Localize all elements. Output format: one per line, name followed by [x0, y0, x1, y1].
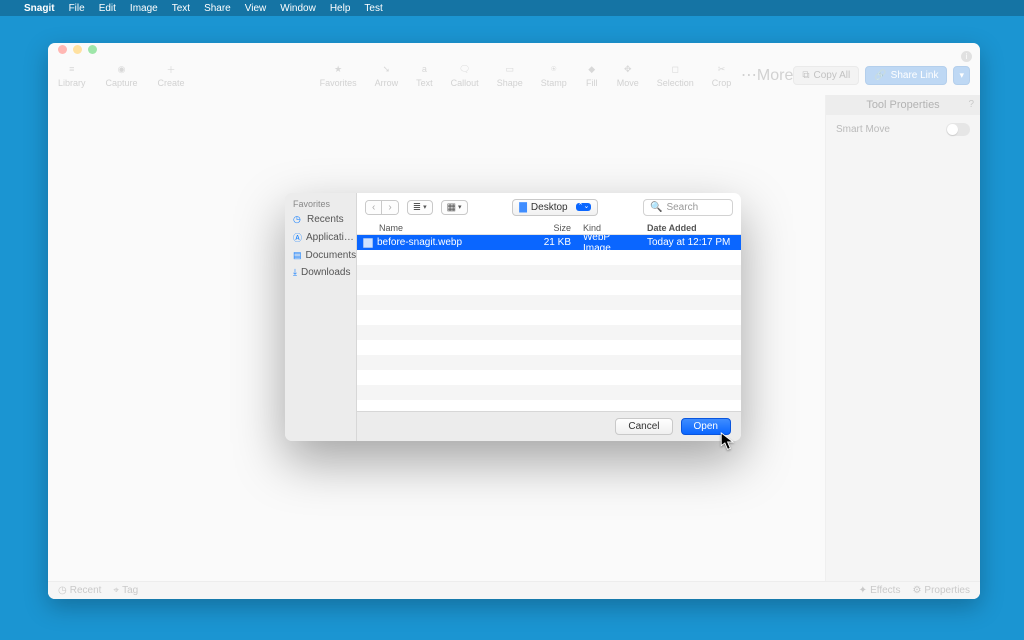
view-grouping-button[interactable]: ▦ ▾: [441, 200, 468, 215]
info-icon[interactable]: i: [961, 51, 972, 62]
smart-move-toggle[interactable]: [946, 123, 970, 136]
app-icon: Ⓐ: [293, 231, 302, 244]
search-input[interactable]: 🔍 Search: [643, 199, 733, 216]
macos-menubar: Snagit File Edit Image Text Share View W…: [0, 0, 1024, 16]
file-open-dialog: Favorites ◷Recents ⒶApplicati… ▤Document…: [285, 193, 741, 441]
chevron-down-icon: ▾: [458, 203, 462, 211]
share-link-dropdown[interactable]: ▾: [953, 66, 970, 85]
toolbar-create[interactable]: ＋Create: [158, 62, 185, 88]
doc-icon: ▤: [293, 250, 302, 261]
copy-all-button[interactable]: ⧉Copy All: [793, 66, 859, 85]
window-titlebar: [48, 43, 980, 55]
sidebar-section-favorites: Favorites: [285, 197, 356, 211]
dialog-main: ‹› ≣ ▾ ▦ ▾ ▇ Desktop ⌃⌄ 🔍 Search Name S: [357, 193, 741, 441]
search-icon: 🔍: [650, 202, 662, 213]
footer-tag[interactable]: ⌖Tag: [113, 585, 138, 596]
col-name[interactable]: Name: [357, 223, 527, 233]
smart-move-label: Smart Move: [836, 124, 890, 135]
sidebar-item-applications[interactable]: ⒶApplicati…: [285, 228, 356, 247]
menu-share[interactable]: Share: [204, 3, 231, 14]
nav-back-forward[interactable]: ‹›: [365, 200, 399, 215]
toolbar-more[interactable]: ⋯More: [741, 65, 793, 85]
clock-icon: ◷: [293, 214, 303, 225]
tool-move[interactable]: ✥Move: [617, 62, 639, 88]
location-select[interactable]: ▇ Desktop ⌃⌄: [512, 199, 598, 216]
smart-move-row: Smart Move: [826, 115, 980, 144]
toolbar-library[interactable]: ≡Library: [58, 62, 86, 88]
tool-arrow[interactable]: ➘Arrow: [375, 62, 399, 88]
help-icon[interactable]: ?: [968, 99, 974, 110]
toolbar-capture[interactable]: ◉Capture: [106, 62, 138, 88]
file-icon: [363, 238, 373, 248]
col-kind[interactable]: Kind: [577, 223, 641, 233]
footer-effects[interactable]: ✦Effects: [859, 585, 901, 596]
app-toolbar: ≡Library ◉Capture ＋Create ★Favorites ➘Ar…: [48, 55, 980, 95]
sidebar-item-downloads[interactable]: ⤓Downloads: [285, 264, 356, 281]
folder-icon: ▇: [519, 202, 527, 213]
copy-icon: ⧉: [802, 70, 809, 81]
menu-edit[interactable]: Edit: [99, 3, 116, 14]
dialog-footer: Cancel Open: [357, 411, 741, 441]
file-row[interactable]: before-snagit.webp 21 KB WebP Image Toda…: [357, 235, 741, 250]
tool-shape[interactable]: ▭Shape: [497, 62, 523, 88]
zoom-icon[interactable]: [88, 45, 97, 54]
updown-icon: ⌃⌄: [576, 203, 592, 211]
tool-crop[interactable]: ✂Crop: [712, 62, 732, 88]
menubar-appname[interactable]: Snagit: [24, 3, 55, 14]
cancel-button[interactable]: Cancel: [615, 418, 672, 435]
footer-recent[interactable]: ◷Recent: [58, 585, 101, 596]
menu-text[interactable]: Text: [172, 3, 190, 14]
file-list[interactable]: before-snagit.webp 21 KB WebP Image Toda…: [357, 235, 741, 411]
tag-icon: ⌖: [113, 585, 119, 596]
panel-title: Tool Properties?: [826, 95, 980, 115]
search-placeholder: Search: [666, 202, 698, 213]
gear-icon: ⚙: [912, 585, 921, 596]
effects-icon: ✦: [859, 585, 867, 596]
tool-text[interactable]: aText: [416, 62, 433, 88]
menu-view[interactable]: View: [245, 3, 267, 14]
sidebar-item-documents[interactable]: ▤Documents: [285, 247, 356, 264]
download-icon: ⤓: [293, 267, 297, 278]
file-name: before-snagit.webp: [377, 237, 462, 248]
menu-window[interactable]: Window: [280, 3, 316, 14]
sidebar-item-recents[interactable]: ◷Recents: [285, 211, 356, 228]
tool-selection[interactable]: ◻Selection: [657, 62, 694, 88]
chevron-down-icon: ▾: [423, 203, 427, 211]
menu-file[interactable]: File: [69, 3, 85, 14]
open-button[interactable]: Open: [681, 418, 731, 435]
file-date: Today at 12:17 PM: [641, 237, 741, 248]
menu-help[interactable]: Help: [330, 3, 351, 14]
menu-test[interactable]: Test: [364, 3, 382, 14]
tool-favorites[interactable]: ★Favorites: [320, 62, 357, 88]
forward-icon[interactable]: ›: [381, 201, 397, 214]
app-footer: ◷Recent ⌖Tag ✦Effects ⚙Properties: [48, 581, 980, 599]
tool-fill[interactable]: ◆Fill: [585, 62, 599, 88]
tool-callout[interactable]: 🗨Callout: [451, 62, 479, 88]
link-icon: 🔗: [874, 70, 886, 81]
clock-icon: ◷: [58, 585, 67, 596]
col-date[interactable]: Date Added: [641, 223, 741, 233]
file-kind: WebP Image: [577, 235, 641, 254]
tool-stamp[interactable]: ⍟Stamp: [541, 62, 567, 88]
minimize-icon[interactable]: [73, 45, 82, 54]
file-list-header: Name Size Kind Date Added: [357, 221, 741, 235]
view-list-button[interactable]: ≣ ▾: [407, 200, 433, 215]
footer-properties[interactable]: ⚙Properties: [912, 585, 970, 596]
location-label: Desktop: [531, 202, 568, 213]
close-icon[interactable]: [58, 45, 67, 54]
menu-image[interactable]: Image: [130, 3, 158, 14]
share-link-button[interactable]: 🔗Share Link: [865, 66, 947, 85]
col-size[interactable]: Size: [527, 223, 577, 233]
tool-properties-panel: Tool Properties? Smart Move: [825, 95, 980, 581]
dialog-sidebar: Favorites ◷Recents ⒶApplicati… ▤Document…: [285, 193, 357, 441]
back-icon[interactable]: ‹: [366, 201, 381, 214]
file-size: 21 KB: [527, 237, 577, 248]
